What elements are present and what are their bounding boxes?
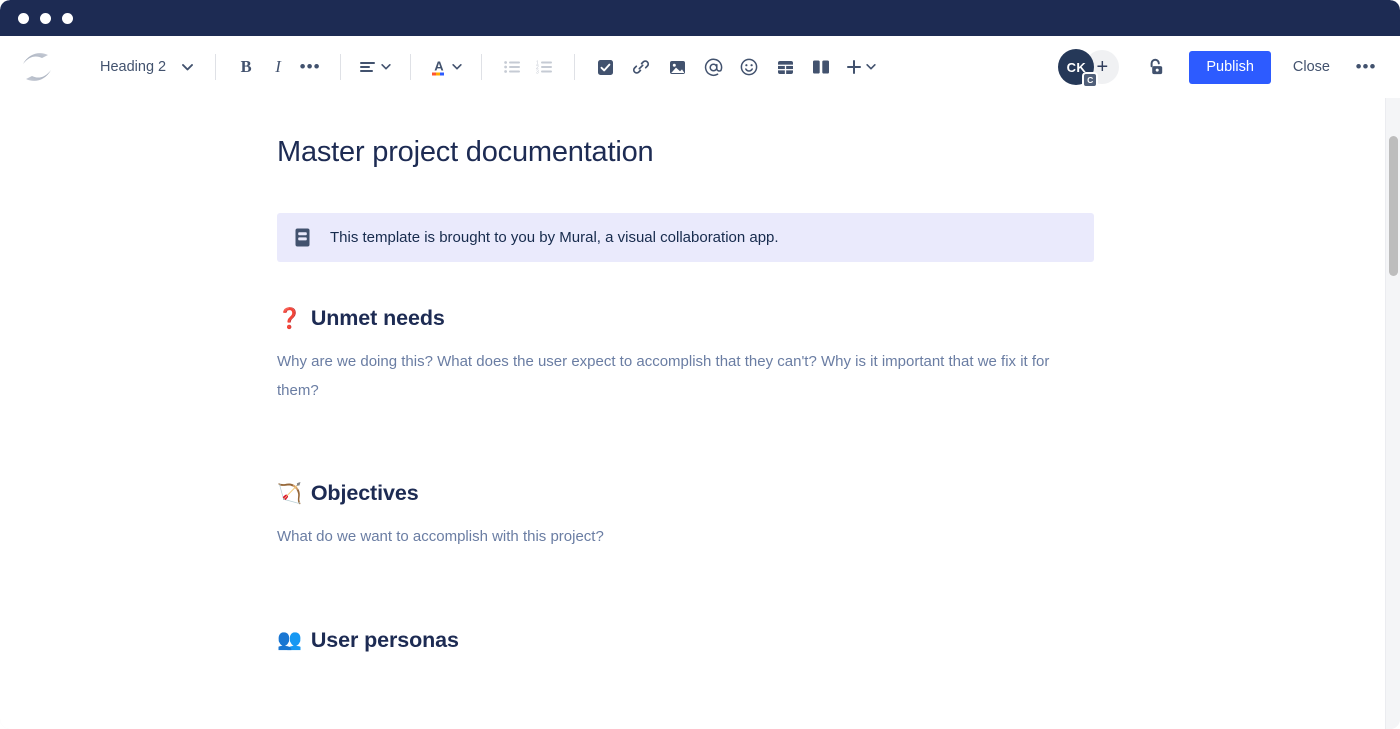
document-scroll-area[interactable]: Master project documentation This templa… — [0, 98, 1400, 729]
text-color-button[interactable]: A — [425, 51, 467, 83]
section-heading[interactable]: 👥 User personas — [277, 628, 1400, 653]
bullet-list-icon — [504, 60, 521, 74]
insert-plus-icon — [846, 59, 862, 75]
section-user-personas: 👥 User personas — [277, 628, 1400, 653]
svg-text:3: 3 — [536, 70, 539, 75]
text-align-icon — [360, 60, 377, 74]
numbered-list-button[interactable]: 1 2 3 — [528, 51, 560, 83]
insert-button[interactable] — [841, 51, 881, 83]
section-objectives: 🏹 Objectives What do we want to accompli… — [277, 481, 1400, 552]
table-button[interactable] — [769, 51, 801, 83]
italic-label: I — [275, 57, 281, 77]
busts-in-silhouette-emoji: 👥 — [277, 630, 302, 650]
info-panel-text: This template is brought to you by Mural… — [330, 229, 779, 246]
emoji-icon — [740, 58, 758, 76]
section-unmet-needs: ❓ Unmet needs Why are we doing this? Wha… — [277, 306, 1400, 405]
confluence-logo[interactable] — [20, 50, 54, 84]
chevron-down-icon — [182, 64, 193, 71]
note-panel-icon — [295, 228, 310, 247]
task-checkbox-icon — [597, 59, 614, 76]
avatar-badge: C — [1082, 72, 1098, 88]
document-body[interactable]: Master project documentation This templa… — [0, 98, 1400, 653]
text-align-button[interactable] — [355, 51, 396, 83]
scrollbar-thumb[interactable] — [1389, 136, 1398, 276]
more-formatting-label: ••• — [300, 62, 321, 72]
text-color-icon: A — [430, 58, 448, 76]
chevron-down-icon — [452, 64, 462, 70]
bullet-list-button[interactable] — [496, 51, 528, 83]
toolbar-divider — [340, 54, 341, 80]
unlock-icon — [1146, 57, 1166, 78]
app-window: Heading 2 B I ••• — [0, 0, 1400, 729]
add-people-label: + — [1097, 56, 1109, 79]
chevron-down-icon — [866, 64, 876, 70]
publish-button[interactable]: Publish — [1189, 51, 1271, 84]
bold-button[interactable]: B — [230, 51, 262, 83]
collaborators: CK C + — [1058, 49, 1119, 85]
section-body[interactable]: What do we want to accomplish with this … — [277, 523, 1095, 552]
toolbar-divider — [481, 54, 482, 80]
window-minimize-dot[interactable] — [40, 13, 51, 24]
table-icon — [777, 59, 794, 76]
link-button[interactable] — [625, 51, 657, 83]
window-close-dot[interactable] — [18, 13, 29, 24]
more-formatting-button[interactable]: ••• — [294, 51, 326, 83]
bold-label: B — [241, 57, 252, 77]
window-titlebar — [0, 0, 1400, 36]
window-maximize-dot[interactable] — [62, 13, 73, 24]
toolbar-divider — [215, 54, 216, 80]
section-heading-label: User personas — [311, 628, 459, 653]
link-icon — [632, 58, 650, 76]
more-options-button[interactable]: ••• — [1350, 51, 1382, 83]
editor-toolbar: Heading 2 B I ••• — [0, 36, 1400, 98]
chevron-down-icon — [381, 64, 391, 70]
info-panel[interactable]: This template is brought to you by Mural… — [277, 213, 1094, 262]
avatar[interactable]: CK C — [1058, 49, 1094, 85]
mention-button[interactable] — [697, 51, 729, 83]
close-button[interactable]: Close — [1281, 51, 1342, 83]
layout-columns-button[interactable] — [805, 51, 837, 83]
block-type-label: Heading 2 — [100, 59, 166, 75]
section-heading-label: Unmet needs — [311, 306, 445, 331]
layout-columns-icon — [812, 59, 830, 75]
block-type-selector[interactable]: Heading 2 — [92, 54, 201, 80]
italic-button[interactable]: I — [262, 51, 294, 83]
section-heading[interactable]: 🏹 Objectives — [277, 481, 1400, 506]
vertical-scrollbar[interactable] — [1385, 98, 1400, 729]
section-body[interactable]: Why are we doing this? What does the use… — [277, 348, 1095, 405]
toolbar-divider — [574, 54, 575, 80]
toolbar-divider — [410, 54, 411, 80]
image-button[interactable] — [661, 51, 693, 83]
svg-text:A: A — [434, 59, 444, 74]
more-options-label: ••• — [1356, 62, 1377, 72]
page-title[interactable]: Master project documentation — [277, 136, 1400, 169]
task-checkbox-button[interactable] — [589, 51, 621, 83]
question-mark-emoji: ❓ — [277, 309, 302, 329]
numbered-list-icon: 1 2 3 — [536, 60, 553, 74]
bow-and-arrow-emoji: 🏹 — [277, 484, 302, 504]
mention-icon — [704, 58, 723, 77]
emoji-button[interactable] — [733, 51, 765, 83]
section-heading-label: Objectives — [311, 481, 419, 506]
restrictions-button[interactable] — [1139, 50, 1173, 84]
section-heading[interactable]: ❓ Unmet needs — [277, 306, 1400, 331]
image-icon — [669, 59, 686, 76]
